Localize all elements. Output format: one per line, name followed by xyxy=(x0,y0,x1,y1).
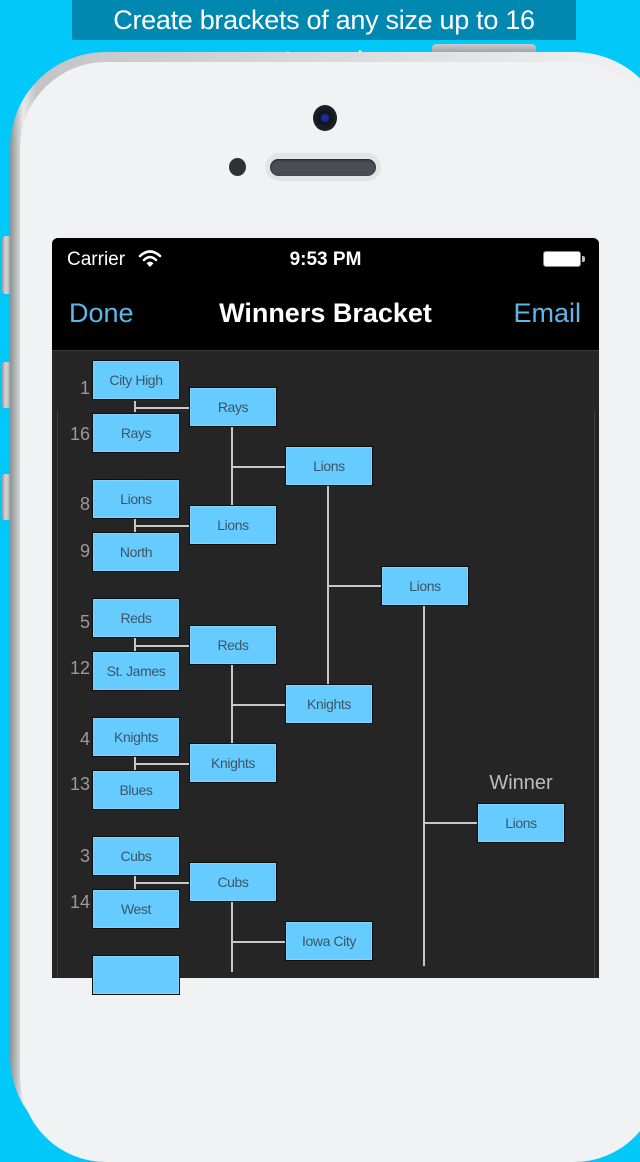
team-slot[interactable]: Rays xyxy=(92,413,180,453)
team-slot[interactable]: Knights xyxy=(189,743,277,783)
connector-line xyxy=(329,585,381,587)
team-slot[interactable]: Knights xyxy=(92,717,180,757)
seed-number: 4 xyxy=(79,729,90,749)
team-slot[interactable]: Reds xyxy=(92,598,180,638)
seed-number: 8 xyxy=(79,494,90,514)
team-slot[interactable]: West xyxy=(92,889,180,929)
connector-line xyxy=(136,882,189,884)
team-slot[interactable]: Lions xyxy=(92,479,180,519)
connector-line xyxy=(423,606,425,966)
seed-number: 1 xyxy=(79,378,90,398)
team-slot[interactable]: Lions xyxy=(189,505,277,545)
team-slot[interactable]: City High xyxy=(92,360,180,400)
seed-number: 16 xyxy=(69,424,90,444)
team-slot[interactable]: Cubs xyxy=(92,836,180,876)
team-slot[interactable]: St. James xyxy=(92,651,180,691)
team-slot[interactable]: Rays xyxy=(189,387,277,427)
connector-line xyxy=(233,941,285,943)
seed-number: 5 xyxy=(79,612,90,632)
team-slot[interactable]: Iowa City xyxy=(285,921,373,961)
team-slot[interactable] xyxy=(92,955,180,995)
winner-slot[interactable]: Lions xyxy=(477,803,565,843)
team-slot[interactable]: Blues xyxy=(92,770,180,810)
bracket-view[interactable]: 1 City High 16 Rays 8 Lions 9 North 5 Re… xyxy=(0,0,640,995)
connector-line xyxy=(231,902,233,972)
seed-number: 14 xyxy=(69,892,90,912)
connector-line xyxy=(136,645,189,647)
team-slot[interactable]: Lions xyxy=(285,446,373,486)
connector-line xyxy=(136,407,189,409)
connector-line xyxy=(425,822,477,824)
team-slot[interactable]: Reds xyxy=(189,625,277,665)
connector-line xyxy=(136,525,189,527)
connector-line xyxy=(233,704,285,706)
seed-number: 3 xyxy=(79,846,90,866)
seed-number: 12 xyxy=(69,658,90,678)
team-slot[interactable]: Knights xyxy=(285,684,373,724)
connector-line xyxy=(233,466,285,468)
team-slot[interactable]: Cubs xyxy=(189,862,277,902)
connector-line xyxy=(136,763,189,765)
winner-label: Winner xyxy=(489,772,553,794)
seed-number: 9 xyxy=(79,541,90,561)
team-slot[interactable]: North xyxy=(92,532,180,572)
seed-number: 13 xyxy=(69,774,90,794)
team-slot[interactable]: Lions xyxy=(381,566,469,606)
